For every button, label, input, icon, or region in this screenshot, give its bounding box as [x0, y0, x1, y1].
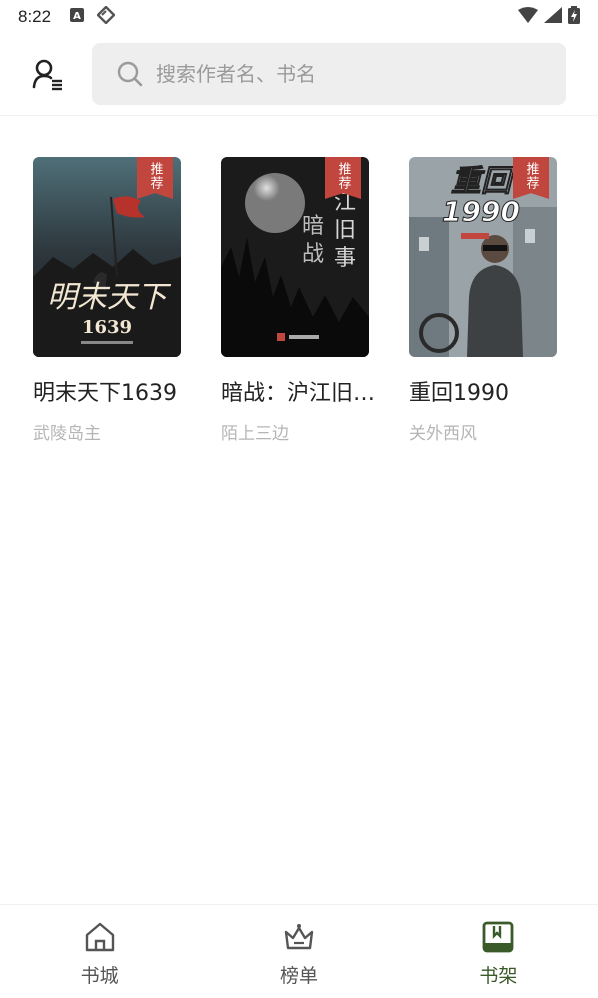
svg-text:暗: 暗	[302, 214, 324, 239]
search-icon	[116, 60, 144, 88]
book-title: 明末天下1639	[33, 381, 177, 406]
svg-text:事: 事	[334, 246, 356, 271]
battery-icon	[568, 5, 580, 29]
svg-text:1990: 1990	[442, 195, 520, 228]
svg-text:A: A	[73, 11, 81, 22]
bookshelf-icon	[480, 919, 516, 955]
book-item[interactable]: 重回 1990 推荐 重回1990 关外西风	[409, 157, 557, 444]
tag-icon	[96, 4, 116, 29]
top-header	[0, 34, 598, 116]
book-cover[interactable]: 江 旧 事 暗 战 推荐	[221, 157, 369, 357]
profile-button[interactable]	[28, 56, 68, 96]
book-cover[interactable]: 明末天下 1639 推荐	[33, 157, 181, 357]
svg-text:明末天下: 明末天下	[47, 280, 172, 315]
svg-text:重回: 重回	[451, 164, 516, 199]
status-left-icons: A	[69, 4, 116, 29]
nav-item-ranking[interactable]: 榜单	[199, 905, 398, 998]
status-bar: 8:22 A	[0, 0, 598, 34]
crown-icon	[281, 919, 317, 955]
search-bar[interactable]	[92, 43, 566, 105]
signal-icon	[544, 6, 562, 28]
book-author: 陌上三边	[221, 424, 289, 444]
book-author: 关外西风	[409, 424, 477, 444]
nav-item-bookshelf[interactable]: 书架	[399, 905, 598, 998]
status-right-icons	[518, 5, 580, 29]
book-cover[interactable]: 重回 1990 推荐	[409, 157, 557, 357]
status-time: 8:22	[18, 7, 52, 26]
book-item[interactable]: 江 旧 事 暗 战 推荐 暗战：沪江旧… 陌上三边	[221, 157, 375, 444]
book-title: 暗战：沪江旧…	[221, 381, 376, 406]
book-title: 重回1990	[409, 381, 509, 406]
svg-text:战: 战	[302, 242, 324, 267]
book-item[interactable]: 明末天下 1639 推荐 明末天下1639 武陵岛主	[33, 157, 181, 444]
a-notification-icon: A	[69, 7, 85, 28]
nav-label: 书城	[80, 965, 119, 987]
wifi-icon	[518, 6, 538, 28]
app-screen: 8:22 A 搜索作者名、书名 明末天下 1639 推荐 明末天下1639 武陵…	[0, 0, 598, 998]
svg-text:旧: 旧	[334, 218, 356, 243]
recommend-badge: 推荐	[137, 157, 173, 199]
recommend-badge: 推荐	[325, 157, 361, 199]
svg-text:1639: 1639	[82, 317, 132, 338]
user-menu-icon	[31, 57, 65, 95]
home-icon	[82, 919, 118, 955]
bottom-navigation: 书城 榜单 书架	[0, 904, 598, 998]
nav-label: 书架	[479, 965, 518, 987]
search-input[interactable]	[156, 54, 546, 94]
nav-label: 榜单	[279, 965, 318, 987]
book-author: 武陵岛主	[33, 424, 101, 444]
recommend-badge: 推荐	[513, 157, 549, 199]
nav-item-bookstore[interactable]: 书城	[0, 905, 199, 998]
